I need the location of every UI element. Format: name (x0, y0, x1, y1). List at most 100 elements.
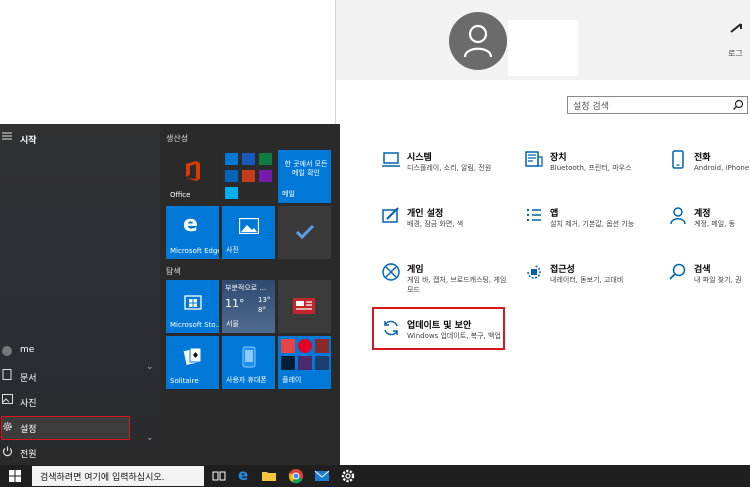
chevron-down-icon[interactable]: ⌄ (146, 362, 154, 372)
settings-tile-apps[interactable]: 앱 설치 제거, 기본값, 옵션 기능 (524, 206, 654, 246)
search-icon (668, 262, 688, 282)
search-icon[interactable] (729, 97, 747, 113)
taskbar-search-input[interactable]: 검색하려면 여기에 입력하십시오. (32, 466, 204, 486)
settings-tile-personalization[interactable]: 개인 설정 배경, 잠금 화면, 색 (381, 206, 511, 246)
tile-label: Microsoft Edge (170, 247, 219, 255)
powerpoint-icon (242, 170, 255, 182)
settings-tile-system[interactable]: 시스템 디스플레이, 소리, 알림, 전원 (381, 150, 511, 190)
tile-desc: 내레이터, 돋보기, 고대비 (550, 276, 624, 284)
photoshop-icon (281, 356, 295, 370)
game-icon (298, 356, 312, 370)
tile-desc: 배경, 잠금 화면, 색 (407, 220, 464, 228)
settings-tile-search[interactable]: 검색 내 파일 찾기, 권 (668, 262, 750, 302)
user-avatar[interactable] (449, 12, 507, 70)
settings-gear-icon[interactable] (340, 468, 356, 484)
tile-desc: 디스플레이, 소리, 알림, 전원 (407, 164, 492, 172)
tile-label: 서울 (226, 320, 239, 328)
tile-play[interactable]: 플레이 (278, 336, 331, 389)
excel-icon (259, 153, 272, 165)
phone-icon (242, 346, 256, 368)
start-menu-left-panel: 시작 me 문서 사진 설정 전원 ⌄ ⌄ (0, 124, 160, 465)
settings-tile-gaming[interactable]: 게임 게임 바, 캡처, 브로드캐스팅, 게임 모드 (381, 262, 511, 302)
word-icon (242, 153, 255, 165)
settings-tile-accessibility[interactable]: 접근성 내레이터, 돋보기, 고대비 (524, 262, 654, 302)
phone-icon (668, 150, 688, 170)
tile-todo[interactable] (278, 206, 331, 259)
office-icon (186, 161, 200, 181)
tile-title: 검색 (694, 265, 711, 275)
tile-label: Solitaire (170, 377, 199, 385)
tile-title: 전화 (694, 153, 711, 163)
tile-mail[interactable]: 한 곳에서 모든 메일 확인 메일 (278, 150, 331, 203)
task-view-icon[interactable] (211, 468, 227, 484)
photos-icon (239, 218, 259, 234)
tile-solitaire[interactable]: Solitaire (166, 336, 219, 389)
settings-tile-accounts[interactable]: 계정 계정, 메일, 동 (668, 206, 750, 246)
tile-desc: 계정, 메일, 동 (694, 220, 736, 228)
user-label[interactable]: me (20, 345, 34, 355)
tile-desc: Android, iPhone 연 (694, 164, 750, 172)
tile-office[interactable]: Office (166, 150, 219, 203)
tile-weather[interactable]: 부분적으로 ... 11° 13° 8° 서울 (222, 280, 275, 333)
tile-title: 시스템 (407, 153, 432, 163)
start-item-pictures[interactable]: 사진 (20, 396, 37, 409)
tile-news[interactable] (278, 280, 331, 333)
settings-search-input[interactable]: 설정 검색 (567, 96, 748, 114)
tile-store[interactable]: Microsoft Sto... (166, 280, 219, 333)
pictures-icon[interactable] (0, 394, 14, 412)
settings-header: 로그 (336, 0, 750, 80)
start-item-documents[interactable]: 문서 (20, 371, 37, 384)
update-security-highlight (372, 307, 505, 350)
gear-icon[interactable] (0, 421, 14, 439)
onedrive-icon (225, 170, 238, 182)
user-icon[interactable] (2, 346, 12, 356)
account-icon (668, 206, 688, 226)
tile-title: 게임 (407, 265, 424, 275)
group-title-productivity: 생산성 (166, 134, 189, 143)
start-item-power[interactable]: 전원 (20, 447, 37, 460)
windows-start-button[interactable] (0, 465, 32, 487)
settings-tile-phone[interactable]: 전화 Android, iPhone 연 (668, 150, 750, 190)
devices-icon (524, 150, 544, 170)
tile-title: 개인 설정 (407, 209, 444, 219)
tile-title: 앱 (550, 209, 559, 219)
accessibility-icon (524, 262, 544, 282)
start-header: 시작 (20, 136, 37, 146)
mail-icon[interactable] (314, 468, 330, 484)
tile-label: 플레이 (282, 376, 302, 384)
tile-title: 계정 (694, 209, 711, 219)
hamburger-menu-icon[interactable] (0, 132, 14, 150)
onedrive-icon[interactable] (729, 22, 743, 37)
tile-edge[interactable]: e Microsoft Edge (166, 206, 219, 259)
tile-label: Microsoft Sto... (170, 321, 219, 329)
weather-low: 8° (258, 306, 266, 314)
chrome-icon[interactable] (288, 468, 304, 484)
checkmark-icon (295, 224, 315, 240)
weather-high: 13° (258, 296, 271, 304)
tile-label: 사용자 휴대폰 (226, 376, 267, 384)
power-icon[interactable] (0, 446, 14, 464)
person-icon (463, 24, 493, 58)
settings-tile-devices[interactable]: 장치 Bluetooth, 프린터, 마우스 (524, 150, 654, 190)
tile-label: 사진 (226, 246, 239, 254)
personalization-icon (381, 206, 401, 226)
apps-icon (524, 206, 544, 226)
tile-your-phone[interactable]: 사용자 휴대폰 (222, 336, 275, 389)
game-icon (315, 356, 329, 370)
store-icon (184, 295, 202, 310)
documents-icon[interactable] (0, 369, 14, 387)
tile-title: 접근성 (550, 265, 575, 275)
news-icon (293, 298, 315, 314)
edge-icon[interactable]: e (236, 466, 252, 484)
taskbar-search-placeholder: 검색하려면 여기에 입력하십시오. (40, 473, 165, 483)
tile-label: Office (170, 191, 191, 199)
group-title-explore: 탐색 (166, 267, 181, 276)
xbox-icon (381, 262, 401, 282)
screen: 로그 설정 검색 시스템 디스플레이, 소리, 알림, 전원 장치 Blueto… (0, 0, 750, 487)
start-item-settings[interactable]: 설정 (20, 422, 37, 435)
chevron-down-icon[interactable]: ⌄ (146, 433, 154, 443)
tile-photos[interactable]: 사진 (222, 206, 275, 259)
tile-desc: Bluetooth, 프린터, 마우스 (550, 164, 632, 172)
tile-office-apps[interactable] (222, 150, 275, 203)
file-explorer-icon[interactable] (261, 468, 277, 484)
